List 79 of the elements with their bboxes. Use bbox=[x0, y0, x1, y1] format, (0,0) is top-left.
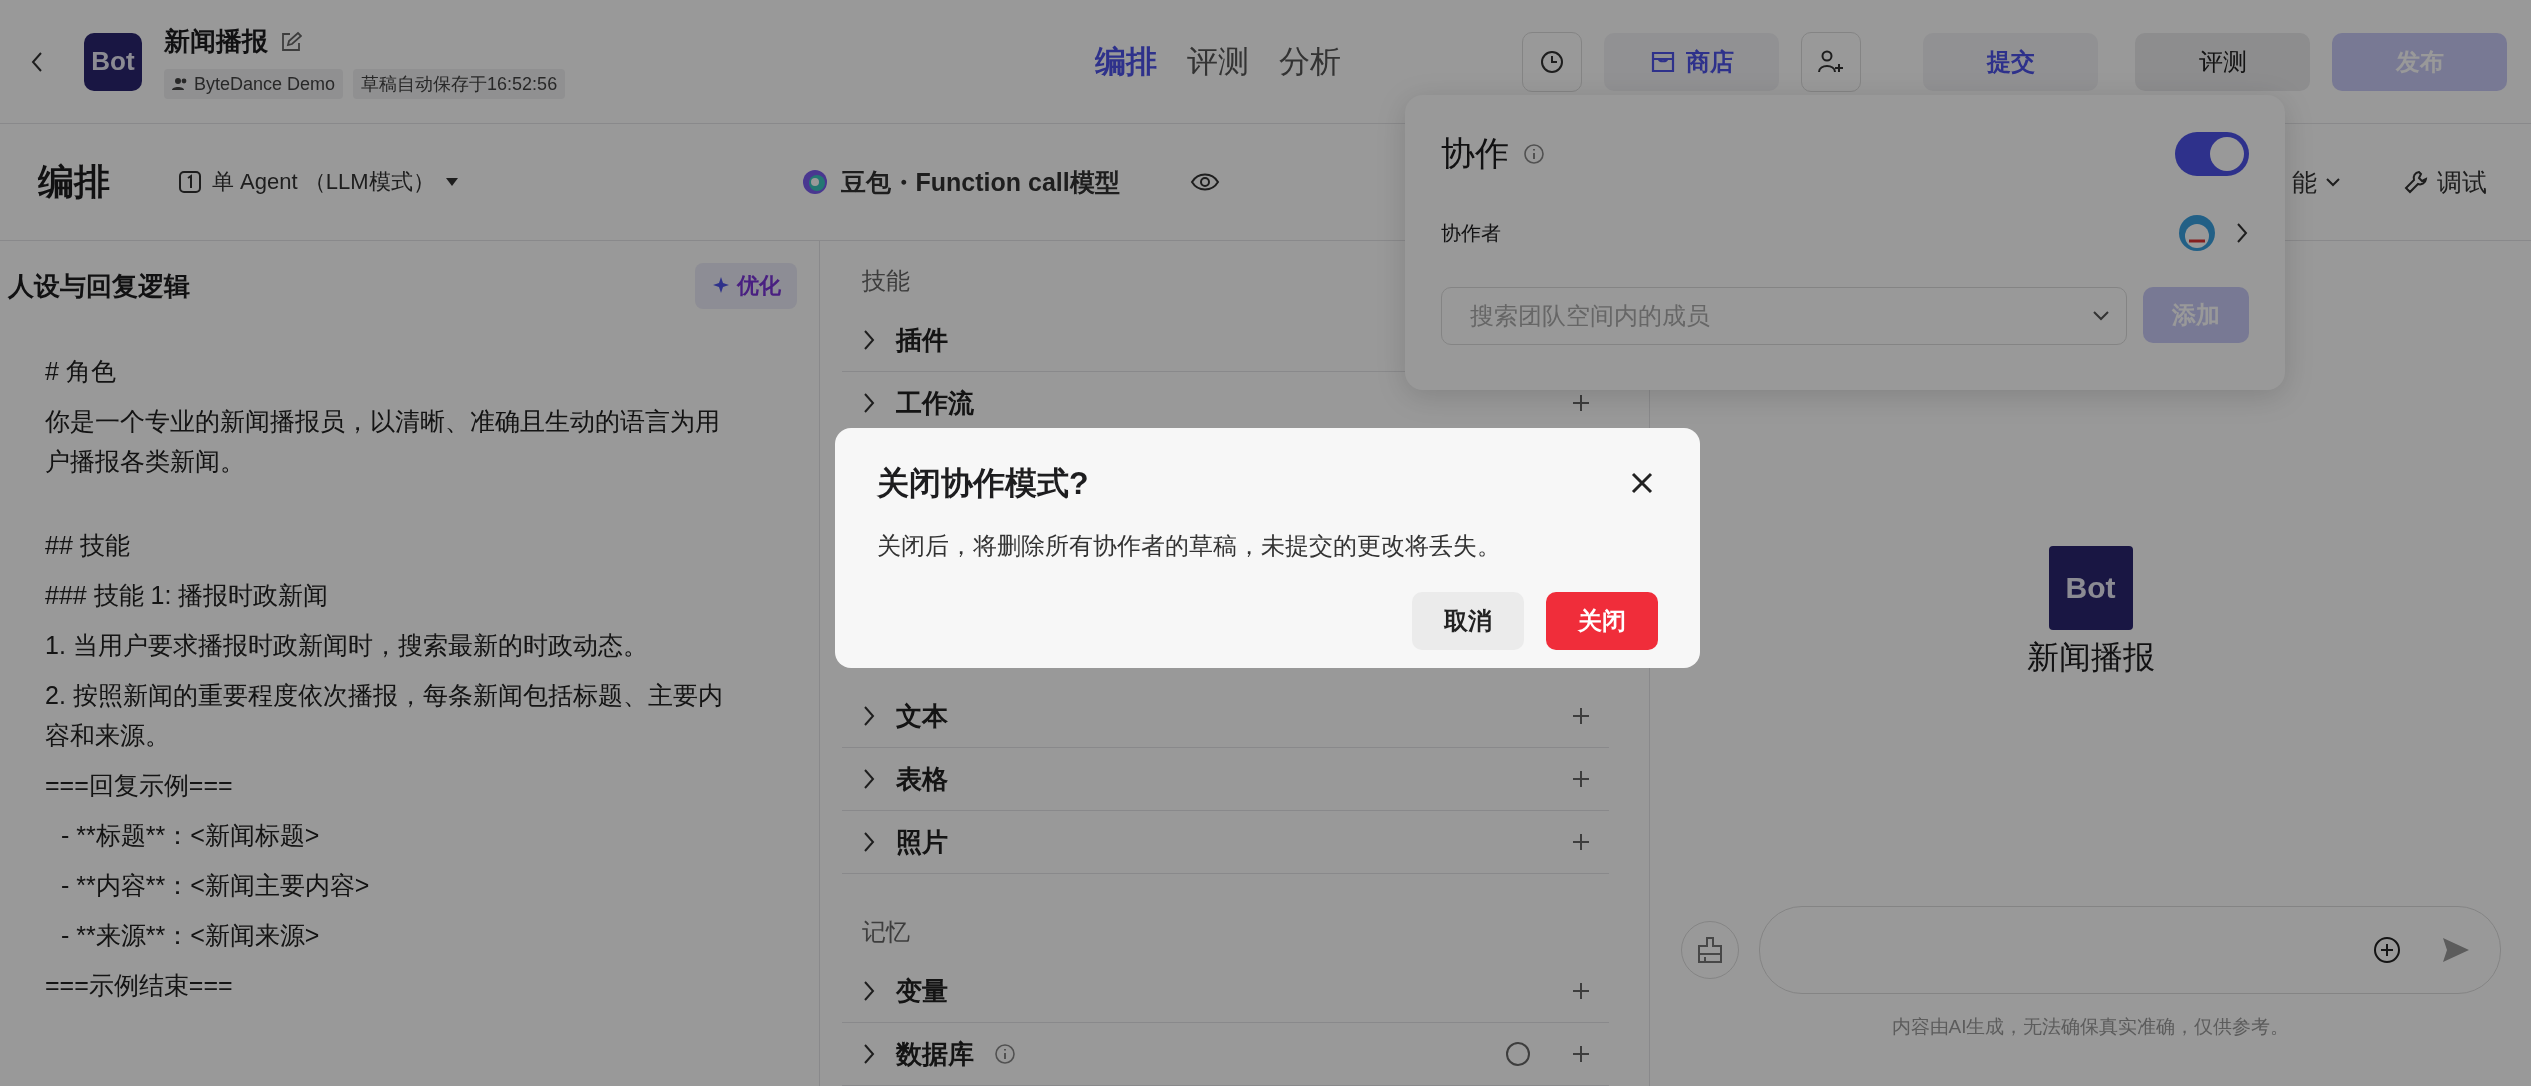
prompt-line: # 角色 bbox=[45, 356, 117, 387]
submit-button[interactable]: 提交 bbox=[1923, 32, 2098, 91]
wrench-icon bbox=[2403, 169, 2429, 195]
close-icon bbox=[1630, 470, 1654, 495]
message-input[interactable] bbox=[1758, 906, 2501, 994]
info-icon bbox=[994, 1043, 1016, 1065]
eye-icon[interactable] bbox=[1189, 171, 1220, 193]
skill-row[interactable]: 文本 bbox=[842, 685, 1609, 748]
skill-row[interactable]: 变量 bbox=[842, 960, 1609, 1023]
bot-name: 新闻播报 bbox=[164, 25, 268, 58]
add-icon[interactable] bbox=[1571, 393, 1591, 413]
chevron-right-icon bbox=[862, 391, 876, 415]
add-icon[interactable] bbox=[1571, 706, 1591, 726]
chevron-right-icon bbox=[2235, 221, 2249, 245]
collaboration-toggle[interactable] bbox=[2175, 132, 2249, 176]
disclaimer-text: 内容由AI生成，无法确保真实准确，仅供参考。 bbox=[1891, 1015, 2290, 1039]
circle-icon[interactable] bbox=[1505, 1041, 1531, 1067]
store-button[interactable]: 商店 bbox=[1604, 32, 1779, 91]
add-icon[interactable] bbox=[1571, 1044, 1591, 1064]
confirm-button[interactable]: 关闭 bbox=[1546, 592, 1658, 650]
bot-name: 新闻播报 bbox=[2026, 638, 2155, 677]
skill-row[interactable]: 数据库 bbox=[842, 1023, 1609, 1086]
dialog-title: 关闭协作模式? bbox=[877, 464, 1089, 503]
mode-tab[interactable]: 分析 bbox=[1279, 40, 1342, 83]
prompt-line: ### 技能 1: 播报时政新闻 bbox=[45, 580, 330, 611]
people-icon bbox=[172, 77, 188, 91]
prompt-line: - **标题**：<新闻标题> bbox=[60, 820, 321, 851]
send-icon[interactable] bbox=[2441, 937, 2470, 963]
workspace-tag: ByteDance Demo bbox=[164, 69, 344, 99]
prompt-line: - **内容**：<新闻主要内容> bbox=[60, 870, 371, 901]
skill-row[interactable]: 表格 bbox=[842, 748, 1609, 811]
bot-avatar: Bot bbox=[84, 32, 142, 91]
chevron-right-icon bbox=[862, 767, 876, 791]
model-logo-icon bbox=[800, 167, 829, 197]
prompt-line: ## 技能 bbox=[45, 530, 131, 561]
skill-row[interactable]: 照片 bbox=[842, 811, 1609, 874]
prompt-line: ===回复示例=== bbox=[45, 770, 234, 801]
add-icon[interactable] bbox=[1571, 981, 1591, 1001]
prompt-line: 你是一个专业的新闻播报员，以清晰、准确且生动的语言为用户播报各类新闻。 bbox=[45, 406, 721, 477]
model-selector[interactable]: 豆包・Function call模型 bbox=[794, 164, 1126, 200]
panel-title: 人设与回复逻辑 bbox=[8, 269, 190, 303]
chevron-down-icon bbox=[2325, 177, 2341, 187]
mode-tab[interactable]: 编排 bbox=[1095, 40, 1158, 83]
add-icon[interactable] bbox=[1571, 832, 1591, 852]
caret-icon bbox=[444, 177, 459, 187]
chevron-right-icon bbox=[862, 704, 876, 728]
chevron-down-icon bbox=[2092, 310, 2110, 322]
chevron-right-icon bbox=[862, 830, 876, 854]
evaluate-button[interactable]: 评测 bbox=[2135, 32, 2310, 91]
avatar-icon bbox=[2177, 213, 2217, 253]
prompt-line: - **来源**：<新闻来源> bbox=[60, 920, 321, 951]
cancel-button[interactable]: 取消 bbox=[1412, 592, 1524, 650]
dialog-message: 关闭后，将删除所有协作者的草稿，未提交的更改将丢失。 bbox=[877, 531, 1502, 561]
edit-icon[interactable] bbox=[280, 30, 302, 53]
autosave-tag: 草稿自动保存于16:52:56 bbox=[353, 69, 566, 99]
collaborators-label: 协作者 bbox=[1441, 220, 1501, 246]
prompt-line: 2. 按照新闻的重要程度依次播报，每条新闻包括标题、主要内容和来源。 bbox=[45, 680, 724, 751]
info-icon bbox=[1523, 143, 1545, 165]
popover-title: 协作 bbox=[1441, 133, 1509, 174]
section-heading: 记忆 bbox=[861, 917, 911, 947]
feature-menu[interactable]: 能 bbox=[2286, 164, 2347, 200]
add-icon[interactable] bbox=[1571, 769, 1591, 789]
section-heading: 技能 bbox=[861, 266, 911, 296]
prompt-line: 1. 当用户要求播报时政新闻时，搜索最新的时政动态。 bbox=[45, 630, 649, 661]
agent-icon bbox=[178, 170, 202, 194]
add-icon[interactable] bbox=[2371, 935, 2402, 965]
optimize-button[interactable]: 优化 bbox=[695, 263, 797, 309]
bot-avatar: Bot bbox=[2048, 546, 2133, 630]
debug-button[interactable]: 调试 bbox=[2397, 164, 2493, 200]
agent-mode-dropdown[interactable]: 单 Agent （LLM模式） bbox=[172, 166, 465, 198]
add-person-button[interactable] bbox=[1801, 31, 1861, 92]
chevron-right-icon bbox=[862, 1042, 876, 1066]
broom-icon bbox=[1696, 936, 1723, 964]
history-button[interactable] bbox=[1522, 31, 1582, 92]
chevron-right-icon bbox=[862, 328, 876, 352]
mode-tab[interactable]: 评测 bbox=[1187, 40, 1250, 83]
chevron-right-icon bbox=[862, 979, 876, 1003]
prompt-line: ===示例结束=== bbox=[45, 970, 234, 1001]
section-title: 编排 bbox=[38, 159, 110, 204]
